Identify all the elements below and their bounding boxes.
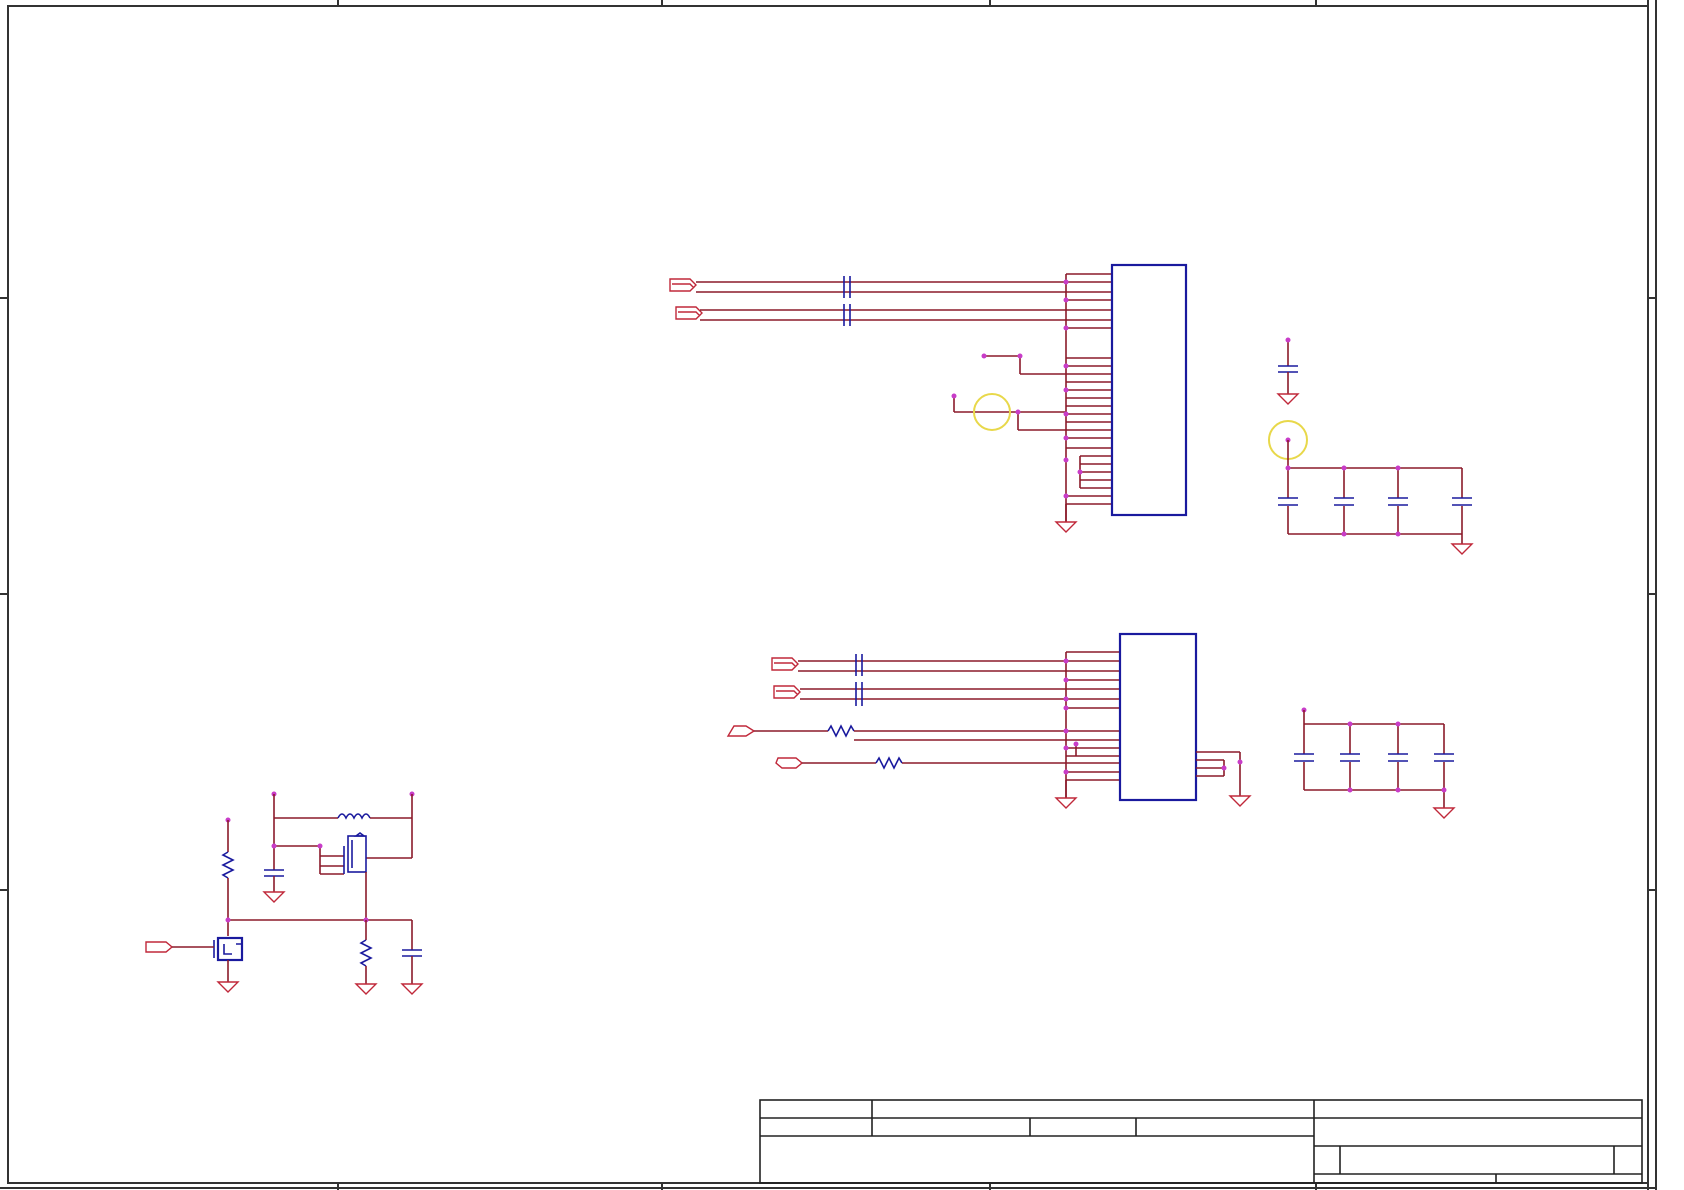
capacitor-icon [1278,497,1298,506]
net-port-icon [771,657,799,671]
net-port-icon [773,685,801,699]
capacitor-icon [1388,497,1408,506]
capacitor-icon [1452,497,1472,506]
resistor-icon [875,756,903,770]
ground-symbol-icon [400,983,424,995]
ground-symbol-icon [262,891,286,903]
ic-chip-icon [1110,263,1188,517]
connector-block-lower [726,632,1252,809]
ground-symbol-icon [1450,543,1474,555]
capacitor-icon [264,869,284,877]
inductor-icon [337,813,371,820]
ground-symbol-icon [1432,807,1456,819]
net-port-icon [726,725,756,737]
net-port-icon [669,278,697,292]
net-port-icon [675,306,703,320]
resistor-icon [359,939,373,967]
capacitor-icon [1294,753,1314,762]
ground-symbol-icon [216,981,240,993]
title-block [759,1099,1643,1184]
ground-symbol-icon [354,983,378,995]
capacitor-icon [1434,753,1454,762]
capacitor-icon [1340,753,1360,762]
capacitor-icon [1278,365,1298,373]
net-port-icon [145,941,174,953]
capacitor-icon [402,949,422,957]
resistor-icon [827,724,855,738]
power-switch-circuit [145,791,424,995]
capacitor-icon [843,276,851,326]
ground-symbol-icon [1054,797,1078,809]
net-port-icon [775,757,804,769]
resistor-icon [221,851,235,879]
ground-symbol-icon [1276,393,1300,405]
schematic-sheet [0,0,1684,1190]
schematic-canvas [0,0,1657,1190]
decoupling-network-upper [1268,337,1474,555]
mosfet-icon [213,936,244,962]
connector-block-upper [669,263,1188,533]
sheet-frame [0,0,1657,1190]
ground-symbol-icon [1054,521,1078,533]
capacitor-icon [1334,497,1354,506]
mosfet-icon [343,832,367,874]
capacitor-icon [1388,753,1408,762]
ground-symbol-icon [1228,795,1252,807]
ic-chip-icon [1118,632,1198,802]
decoupling-network-lower [1294,707,1456,819]
